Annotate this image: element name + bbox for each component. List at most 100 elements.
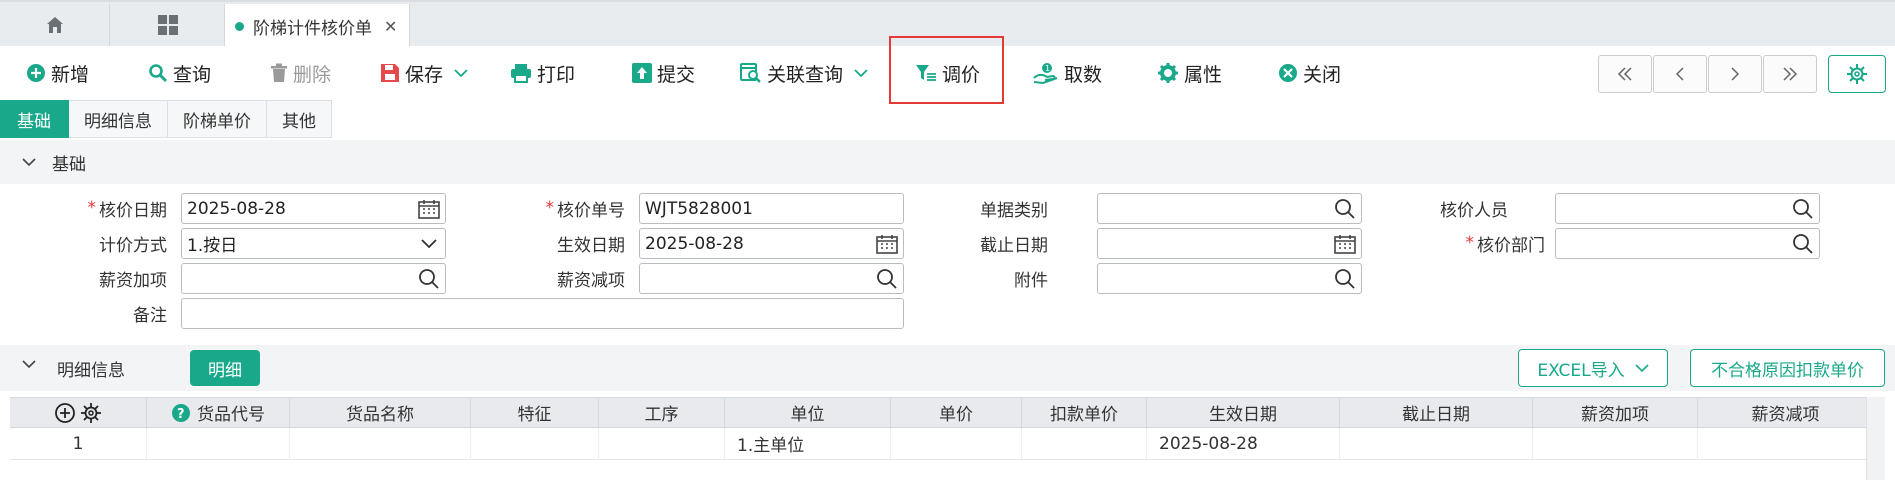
detail-grid: ? 货品代号 货品名称 特征 工序 单位 单价 扣款单价 生效日期 截止日期 薪… (10, 397, 1885, 460)
prev-record-button[interactable] (1653, 55, 1707, 93)
doc-type-field[interactable] (1097, 193, 1362, 224)
effective-date-field[interactable]: 2025-08-28 (639, 228, 904, 259)
settings-button[interactable] (1828, 55, 1886, 93)
close-button[interactable]: 关闭 (1278, 58, 1341, 88)
pricing-method-select[interactable]: 1.按日 (181, 228, 446, 259)
submit-button[interactable]: 提交 (632, 58, 695, 88)
help-icon: ? (172, 403, 190, 422)
col-unit[interactable]: 单位 (725, 398, 891, 427)
cell-feature[interactable] (471, 428, 599, 459)
table-row[interactable]: 1 1.主单位 2025-08-28 (10, 428, 1885, 460)
cell-process[interactable] (599, 428, 725, 459)
reason-deduct-price-button[interactable]: 不合格原因扣款单价 (1690, 349, 1885, 387)
pricer-label: 核价人员 (1440, 200, 1508, 221)
close-tab-icon[interactable]: ✕ (384, 17, 397, 36)
pricer-field[interactable] (1555, 193, 1820, 224)
remark-label: 备注 (133, 305, 167, 326)
cell-salary-deduct[interactable] (1698, 428, 1874, 459)
cell-salary-add[interactable] (1533, 428, 1698, 459)
price-date-label: * 核价日期 (87, 198, 168, 221)
first-record-button[interactable] (1598, 55, 1652, 93)
last-record-button[interactable] (1763, 55, 1817, 93)
home-icon (46, 17, 63, 33)
remark-field[interactable] (181, 298, 904, 329)
basic-section-header[interactable]: 基础 (0, 140, 1895, 184)
gear-icon[interactable] (80, 402, 102, 424)
fetch-button[interactable]: 1 取数 (1033, 58, 1102, 88)
next-record-button[interactable] (1708, 55, 1762, 93)
search-icon[interactable] (871, 264, 903, 293)
col-process[interactable]: 工序 (599, 398, 725, 427)
col-deduct-price[interactable]: 扣款单价 (1022, 398, 1147, 427)
col-salary-add[interactable]: 薪资加项 (1533, 398, 1698, 427)
cell-product-name[interactable] (290, 428, 471, 459)
submit-label: 提交 (657, 63, 696, 86)
add-row-icon[interactable] (54, 402, 76, 424)
cell-end-date[interactable] (1340, 428, 1533, 459)
calendar-icon[interactable] (871, 229, 903, 258)
chevron-down-icon[interactable] (453, 68, 469, 78)
col-unit-price[interactable]: 单价 (891, 398, 1022, 427)
attachment-field[interactable] (1097, 263, 1362, 294)
col-effective-date[interactable]: 生效日期 (1147, 398, 1340, 427)
related-query-label: 关联查询 (767, 63, 844, 86)
price-no-value: WJT5828001 (645, 198, 753, 219)
tab-basic[interactable]: 基础 (0, 100, 69, 138)
upload-icon (632, 63, 652, 83)
chevron-down-icon[interactable] (413, 229, 445, 258)
tab-detail-info[interactable]: 明细信息 (69, 100, 168, 138)
tab-other[interactable]: 其他 (267, 100, 332, 138)
salary-add-field[interactable] (181, 263, 446, 294)
cell-unit[interactable]: 1.主单位 (725, 428, 891, 459)
apps-tab[interactable] (112, 4, 224, 46)
salary-deduct-field[interactable] (639, 263, 904, 294)
col-salary-deduct[interactable]: 薪资减项 (1698, 398, 1874, 427)
row-index: 1 (10, 428, 147, 459)
double-chevron-left-icon (1617, 67, 1632, 81)
toolbar: 新增 查询 删除 保存 打印 提交 关联查询 调价 1 取数 属性 关闭 (0, 46, 1895, 100)
calendar-icon[interactable] (1329, 229, 1361, 258)
end-date-field[interactable] (1097, 228, 1362, 259)
chevron-down-icon[interactable] (853, 68, 869, 78)
active-dot-icon (235, 21, 244, 31)
calendar-icon[interactable] (413, 194, 445, 223)
price-date-field[interactable]: 2025-08-28 (181, 193, 446, 224)
query-button[interactable]: 查询 (148, 58, 211, 88)
delete-button[interactable]: 删除 (270, 58, 331, 88)
effective-date-label: 生效日期 (557, 235, 625, 256)
home-tab[interactable] (0, 4, 110, 46)
grid-scrollbar[interactable] (1866, 397, 1885, 480)
save-button[interactable]: 保存 (380, 58, 474, 88)
cell-deduct-price[interactable] (1022, 428, 1147, 459)
search-icon[interactable] (1329, 194, 1361, 223)
search-icon[interactable] (1787, 194, 1819, 223)
property-button[interactable]: 属性 (1157, 58, 1222, 88)
detail-button[interactable]: 明细 (190, 350, 260, 386)
search-icon[interactable] (1329, 264, 1361, 293)
cell-unit-price[interactable] (891, 428, 1022, 459)
filter-list-icon (916, 65, 936, 81)
plus-circle-icon (27, 64, 45, 82)
gear-icon (1158, 63, 1178, 83)
adjust-price-button[interactable]: 调价 (915, 58, 980, 88)
excel-import-label: EXCEL导入 (1537, 360, 1625, 381)
cell-product-code[interactable] (147, 428, 290, 459)
related-query-button[interactable]: 关联查询 (740, 58, 874, 88)
tab-price-sheet[interactable]: 阶梯计件核价单 ✕ (224, 4, 410, 48)
chevron-down-icon[interactable] (22, 359, 36, 369)
col-product-name[interactable]: 货品名称 (290, 398, 471, 427)
price-no-field[interactable]: WJT5828001 (639, 193, 904, 224)
col-end-date[interactable]: 截止日期 (1340, 398, 1533, 427)
cell-effective-date[interactable]: 2025-08-28 (1147, 428, 1340, 459)
excel-import-button[interactable]: EXCEL导入 (1518, 349, 1668, 387)
tab-tier-price[interactable]: 阶梯单价 (168, 100, 267, 138)
search-icon[interactable] (1787, 229, 1819, 258)
chevron-right-icon (1731, 67, 1740, 81)
search-icon[interactable] (413, 264, 445, 293)
chevron-down-icon (22, 158, 36, 167)
new-button[interactable]: 新增 (26, 58, 89, 88)
print-button[interactable]: 打印 (510, 58, 575, 88)
col-product-code[interactable]: ? 货品代号 (147, 398, 290, 427)
price-dept-field[interactable] (1555, 228, 1820, 259)
col-feature[interactable]: 特征 (471, 398, 599, 427)
